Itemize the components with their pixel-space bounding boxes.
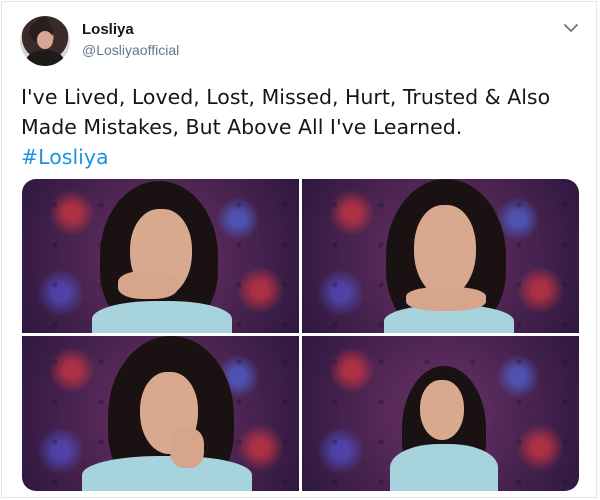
tweet-text-line-1: I've Lived, Loved, Lost, Missed, Hurt, T…: [21, 85, 551, 109]
media-grid: [22, 179, 579, 491]
author-display-name[interactable]: Losliya: [82, 21, 134, 38]
figure-face: [414, 205, 476, 297]
figure-hands: [118, 271, 178, 299]
tweet-card[interactable]: Losliya @Losliyaofficial I've Lived, Lov…: [1, 1, 597, 498]
tweet-text: I've Lived, Loved, Lost, Missed, Hurt, T…: [21, 82, 581, 172]
photo-2[interactable]: [302, 179, 579, 333]
tweet-text-line-2: Made Mistakes, But Above All I've Learne…: [21, 115, 463, 139]
avatar-bun-shape: [37, 17, 49, 27]
photo-1[interactable]: [22, 179, 299, 333]
avatar-shoulder-shape: [26, 50, 64, 66]
avatar-face-shape: [37, 31, 53, 49]
figure-face: [420, 380, 464, 440]
figure-hands: [406, 287, 486, 311]
chevron-down-icon-svg: [564, 24, 578, 32]
figure-top: [390, 444, 498, 491]
chevron-down-icon[interactable]: [562, 22, 580, 36]
photo-3[interactable]: [22, 336, 299, 491]
figure-hands: [170, 428, 204, 468]
figure-top: [82, 456, 252, 491]
figure-top: [92, 301, 232, 333]
profile-avatar[interactable]: [20, 16, 70, 66]
photo-4[interactable]: [302, 336, 579, 491]
hashtag-link[interactable]: #Losliya: [21, 142, 581, 172]
author-handle[interactable]: @Losliyaofficial: [82, 42, 179, 58]
